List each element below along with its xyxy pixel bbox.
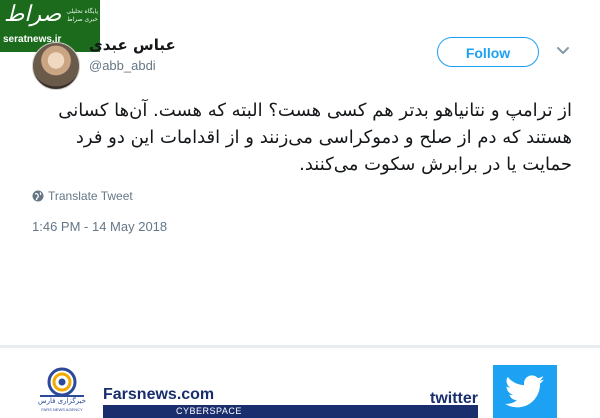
- tweet-text: از ترامپ و نتانیاهو بدتر هم کسی هست؟ الب…: [58, 100, 572, 175]
- tweet-card: صراط پایگاه تحلیلی خبری صراط seratnews.i…: [0, 0, 600, 345]
- globe-icon: [32, 190, 44, 202]
- fars-logo-text: خبرگزاری فارس: [38, 397, 86, 405]
- footer-stripe: [103, 405, 478, 418]
- translate-label: Translate Tweet: [48, 189, 133, 203]
- farsnews-site: Farsnews.com: [103, 386, 215, 403]
- chevron-down-icon[interactable]: [556, 44, 570, 58]
- translate-tweet-link[interactable]: Translate Tweet: [32, 189, 133, 203]
- farsnews-footer-banner: خبرگزاری فارس FARS NEWS AGENCY Farsnews.…: [0, 348, 600, 418]
- twitter-bird-icon: [505, 375, 545, 408]
- footer-section-label: CYBERSPACE: [176, 406, 242, 416]
- tweet-timestamp[interactable]: 1:46 PM - 14 May 2018: [32, 219, 167, 234]
- display-name[interactable]: عباس عبدی: [89, 36, 176, 54]
- avatar[interactable]: [32, 42, 80, 90]
- footer-twitter-word: twitter: [430, 390, 478, 407]
- fars-logo-subtext: FARS NEWS AGENCY: [41, 407, 83, 412]
- user-handle[interactable]: @abb_abdi: [89, 58, 156, 73]
- follow-button[interactable]: Follow: [437, 37, 539, 67]
- watermark-subtitle: پایگاه تحلیلی خبری صراط: [66, 8, 98, 23]
- twitter-tile: [493, 365, 557, 418]
